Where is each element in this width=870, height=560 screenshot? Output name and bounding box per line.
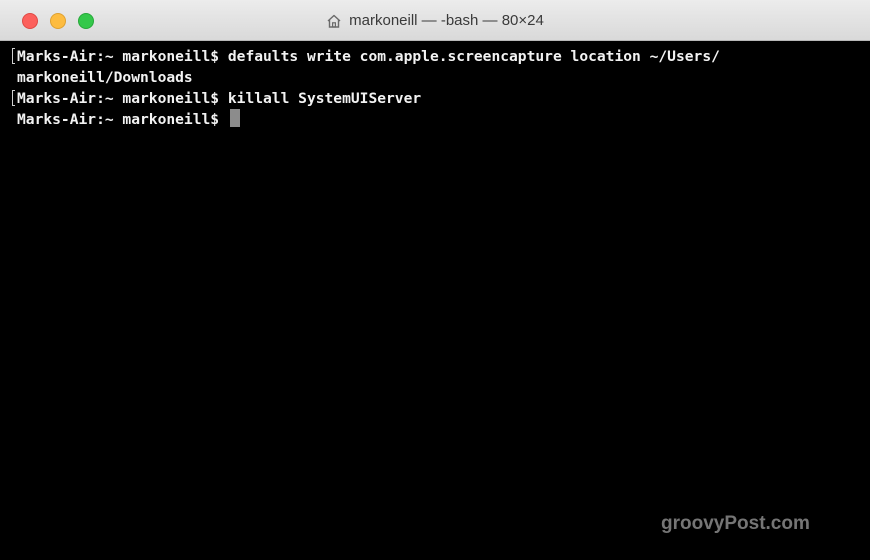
text-cursor — [229, 109, 240, 127]
terminal-prompt-line[interactable]: Marks-Air:~ markoneill$ — [17, 109, 240, 130]
terminal-window: markoneill — -bash — 80×24 Marks-Air:~ m… — [0, 0, 870, 560]
watermark: groovyPost.com — [661, 513, 810, 534]
terminal-line: Marks-Air:~ markoneill$ defaults write c… — [12, 48, 720, 65]
terminal-line: Marks-Air:~ markoneill$ killall SystemUI… — [11, 90, 422, 107]
terminal-output[interactable]: Marks-Air:~ markoneill$ defaults write c… — [0, 41, 870, 560]
terminal-prompt: Marks-Air:~ markoneill$ — [17, 111, 228, 128]
window-title-text: markoneill — -bash — 80×24 — [349, 12, 544, 29]
terminal-line: markoneill/Downloads — [17, 69, 193, 86]
window-title: markoneill — -bash — 80×24 — [0, 0, 870, 41]
title-bar[interactable]: markoneill — -bash — 80×24 — [0, 0, 870, 41]
home-icon — [326, 14, 342, 28]
